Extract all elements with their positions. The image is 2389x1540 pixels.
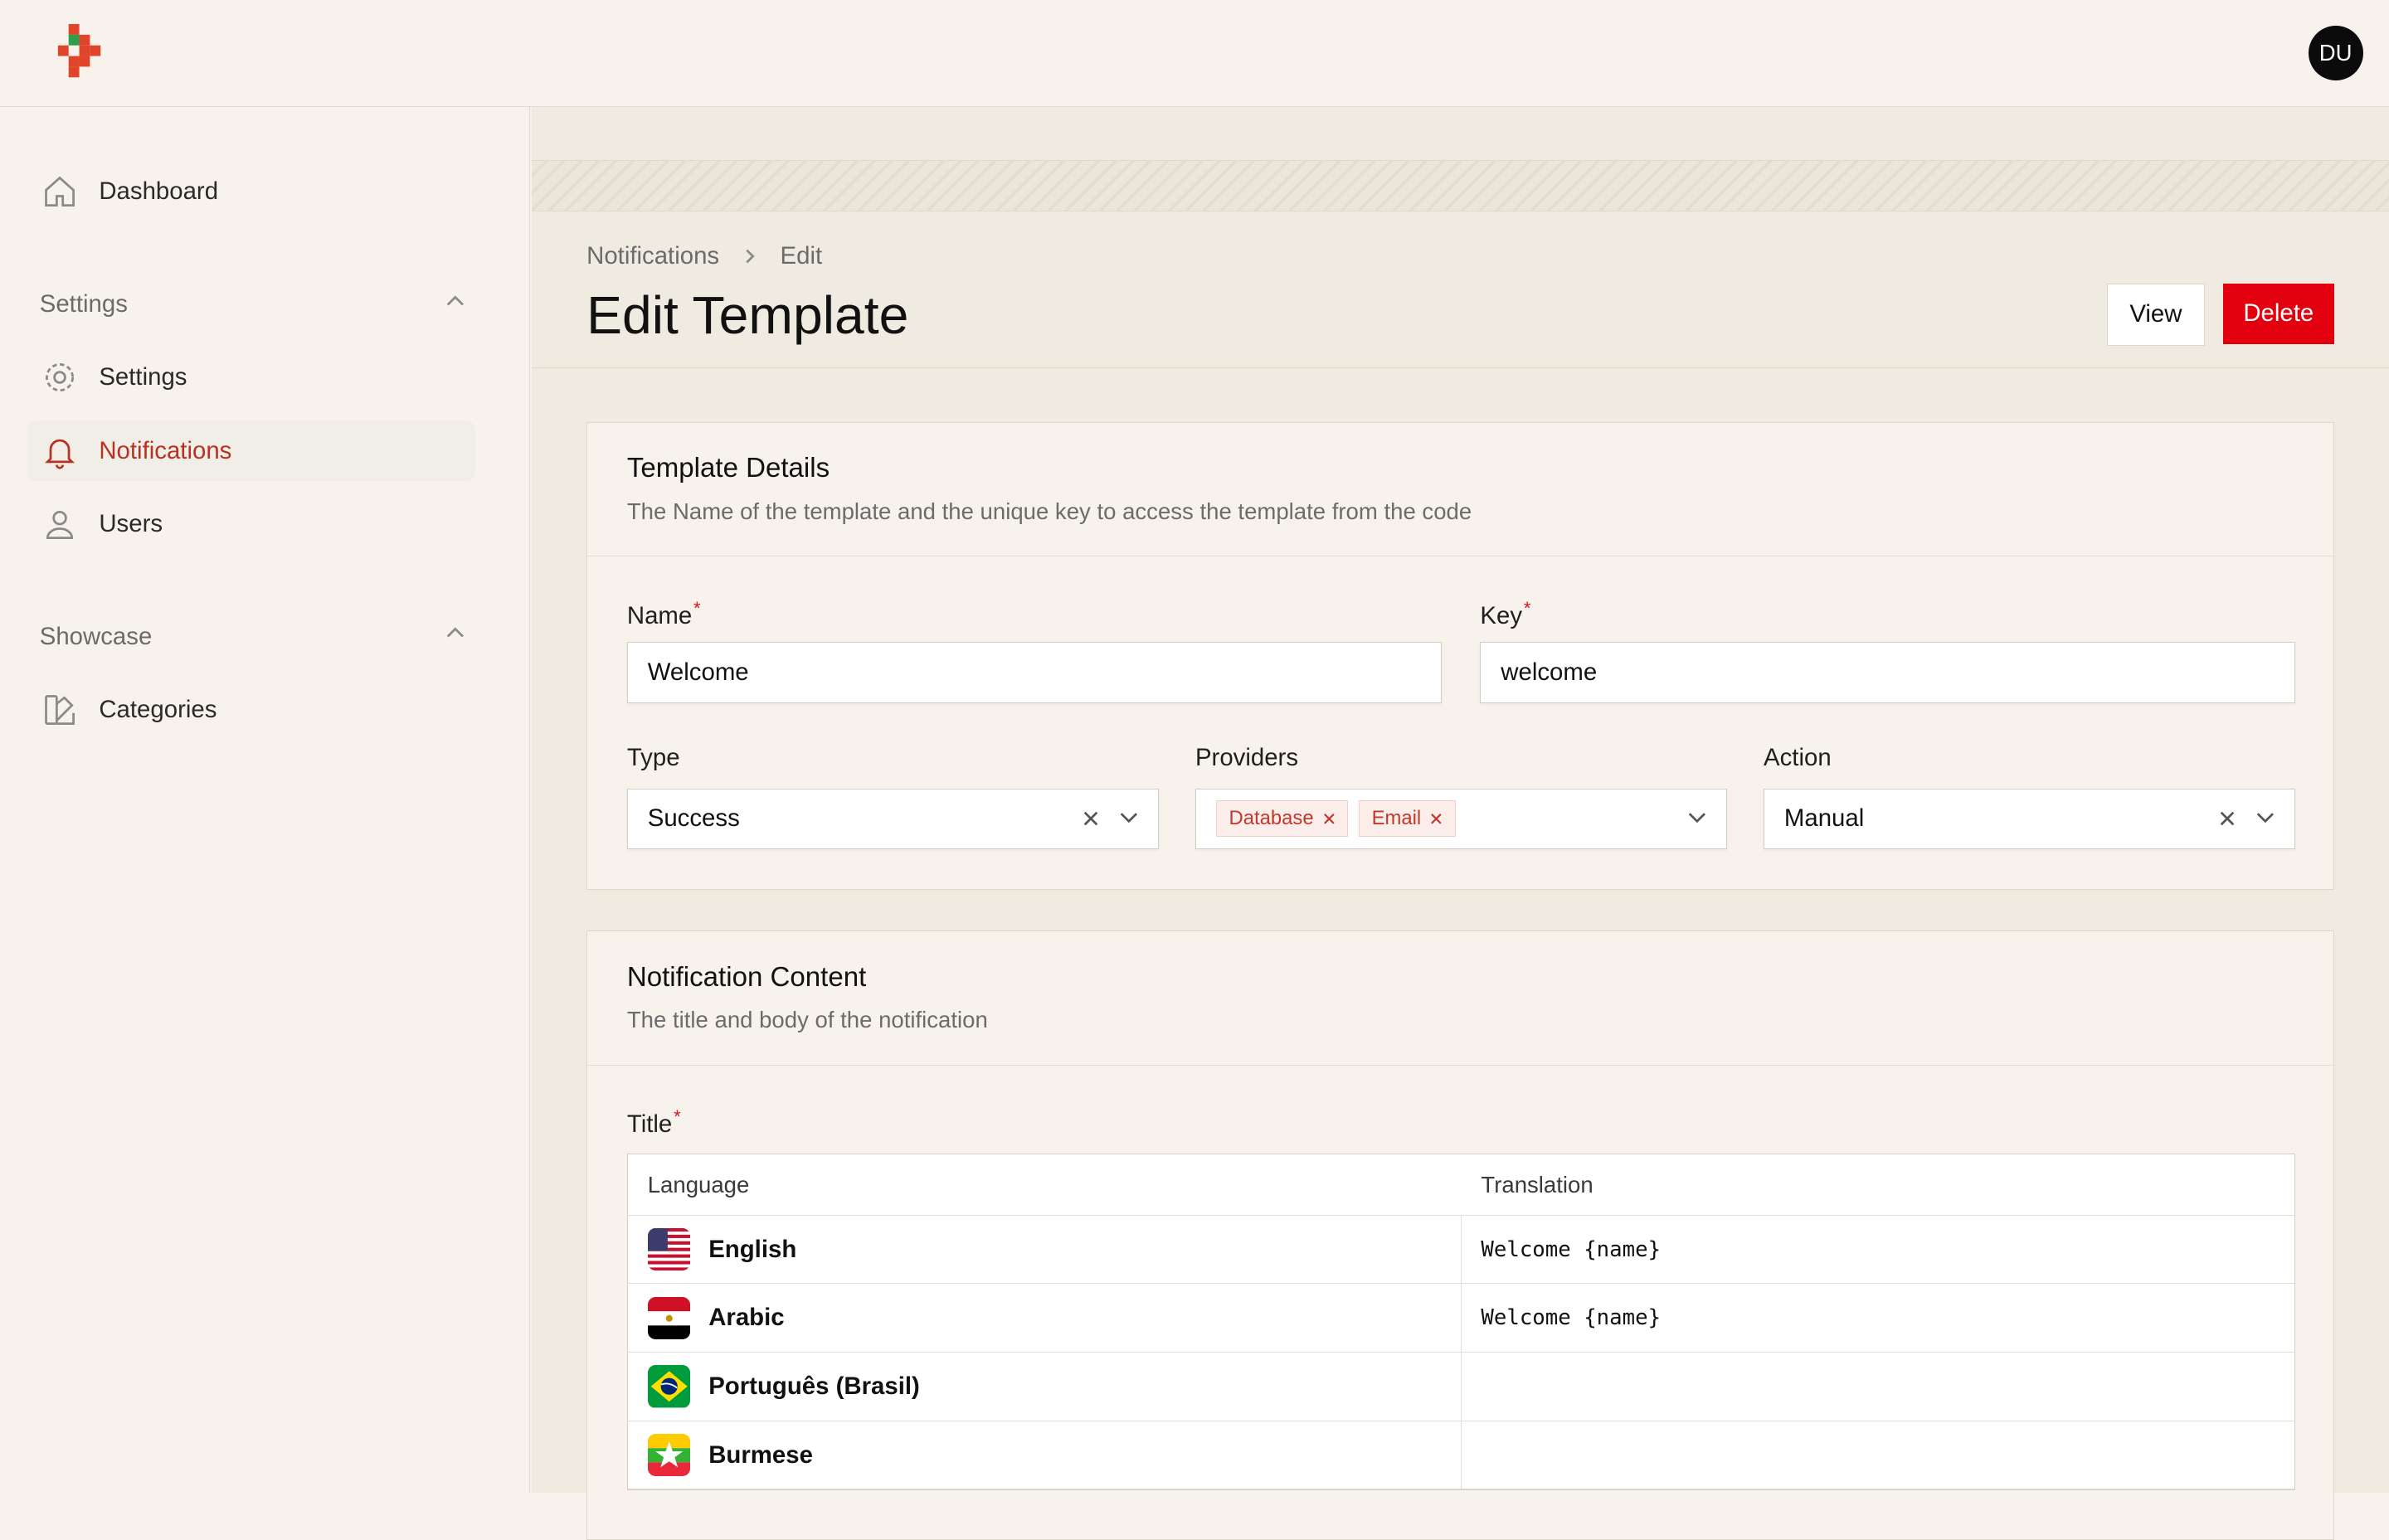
breadcrumb-current: Edit [780,242,823,270]
sidebar-item-label: Settings [99,363,187,391]
remove-chip-icon[interactable] [1323,807,1336,830]
chevron-right-icon [741,247,759,265]
translations-table: Language Translation English Welcome {na… [626,1154,2296,1491]
translation-input[interactable] [1462,1421,1482,1489]
swatch-icon [41,692,78,728]
table-row: English Welcome {name} [627,1215,2295,1285]
sidebar-item-users[interactable]: Users [27,493,475,554]
group-label: Showcase [39,622,153,650]
card-header: Template Details The Name of the templat… [587,423,2333,557]
notification-content-card: Notification Content The title and body … [586,930,2334,1540]
table-row: Arabic Welcome {name} [627,1284,2295,1353]
name-label-text: Name [626,601,693,629]
gear-icon [41,359,78,396]
card-description: The title and body of the notification [626,1007,988,1033]
sidebar-item-dashboard[interactable]: Dashboard [27,162,475,222]
logo-icon[interactable] [56,24,105,82]
language-cell: Português (Brasil) [628,1353,1462,1421]
action-select-value: Manual [1783,804,1865,833]
page-title: Edit Template [586,285,909,346]
sidebar-group-settings[interactable]: Settings [40,286,466,323]
chevron-up-icon [445,623,466,651]
page-header: Notifications Edit Edit Template View De… [532,211,2389,369]
card-title: Notification Content [626,961,867,993]
provider-chip-email[interactable]: Email [1358,800,1456,838]
name-label: Name * [627,598,701,630]
translation-input[interactable]: Welcome {name} [1462,1284,1661,1352]
chip-label: Database [1229,807,1314,830]
sidebar-item-settings[interactable]: Settings [27,347,475,408]
chevron-down-icon[interactable] [2255,806,2276,834]
sidebar-item-label: Notifications [99,436,232,464]
name-field[interactable]: Welcome [626,642,1443,703]
providers-multiselect[interactable]: Database Email [1194,788,1727,849]
title-label: Title * [627,1106,681,1139]
breadcrumb-link-notifications[interactable]: Notifications [586,242,719,270]
sidebar: Dashboard Settings Settings Notification… [0,106,531,1493]
type-label: Type [626,744,680,772]
key-label: Key * [1480,598,1530,630]
providers-label: Providers [1194,744,1299,772]
user-icon [41,506,78,542]
title-label-text: Title [626,1110,673,1139]
remove-chip-icon[interactable] [1430,807,1443,830]
chevron-down-icon[interactable] [1118,806,1140,834]
key-label-text: Key [1480,601,1523,629]
egypt-flag-icon [647,1296,691,1339]
required-asterisk: * [674,1106,681,1128]
language-name: English [708,1235,797,1263]
card-description: The Name of the template and the unique … [626,498,1472,524]
language-name: Português (Brasil) [708,1372,920,1400]
home-icon [41,173,78,210]
striped-banner [532,159,2389,212]
provider-chip-database[interactable]: Database [1215,800,1349,838]
translation-input[interactable] [1462,1353,1482,1421]
required-asterisk: * [693,597,701,619]
clear-icon[interactable] [2218,806,2236,834]
us-flag-icon [647,1227,691,1271]
sidebar-group-showcase[interactable]: Showcase [40,619,466,655]
key-field[interactable]: welcome [1480,642,2296,703]
language-cell: English [628,1215,1462,1284]
chevron-up-icon [445,290,466,318]
translation-input[interactable]: Welcome {name} [1462,1216,1661,1284]
language-cell: Arabic [628,1284,1462,1353]
card-title: Template Details [626,453,830,484]
type-select-value: Success [647,804,740,833]
sidebar-item-label: Users [99,509,163,537]
delete-button[interactable]: Delete [2222,283,2334,345]
myanmar-flag-icon [647,1433,691,1477]
column-header-language: Language [647,1171,750,1198]
action-label: Action [1764,744,1832,772]
group-label: Settings [39,290,128,318]
breadcrumb: Notifications Edit [586,242,822,270]
sidebar-item-label: Categories [99,695,217,723]
card-header: Notification Content The title and body … [587,931,2333,1066]
table-header-row: Language Translation [627,1154,2295,1216]
action-select[interactable]: Manual [1764,788,2296,849]
language-name: Burmese [708,1440,813,1469]
sidebar-item-label: Dashboard [99,177,219,206]
sidebar-item-categories[interactable]: Categories [27,679,475,740]
template-details-card: Template Details The Name of the templat… [586,421,2334,890]
user-avatar[interactable]: DU [2308,26,2363,81]
sidebar-item-notifications[interactable]: Notifications [27,420,476,482]
clear-icon[interactable] [1082,806,1100,834]
language-name: Arabic [708,1304,785,1332]
main-content: Notifications Edit Edit Template View De… [532,106,2389,1540]
column-header-translation: Translation [1481,1171,1593,1198]
view-button[interactable]: View [2107,283,2205,346]
language-cell: Burmese [628,1421,1462,1489]
type-select[interactable]: Success [626,788,1159,849]
bell-icon [41,433,78,469]
top-bar: DU [0,0,2389,107]
chip-label: Email [1371,807,1422,830]
chevron-down-icon[interactable] [1686,806,1708,834]
brazil-flag-icon [647,1365,691,1408]
table-row: Português (Brasil) [627,1353,2295,1421]
table-row: Burmese [627,1421,2295,1490]
required-asterisk: * [1523,597,1531,619]
